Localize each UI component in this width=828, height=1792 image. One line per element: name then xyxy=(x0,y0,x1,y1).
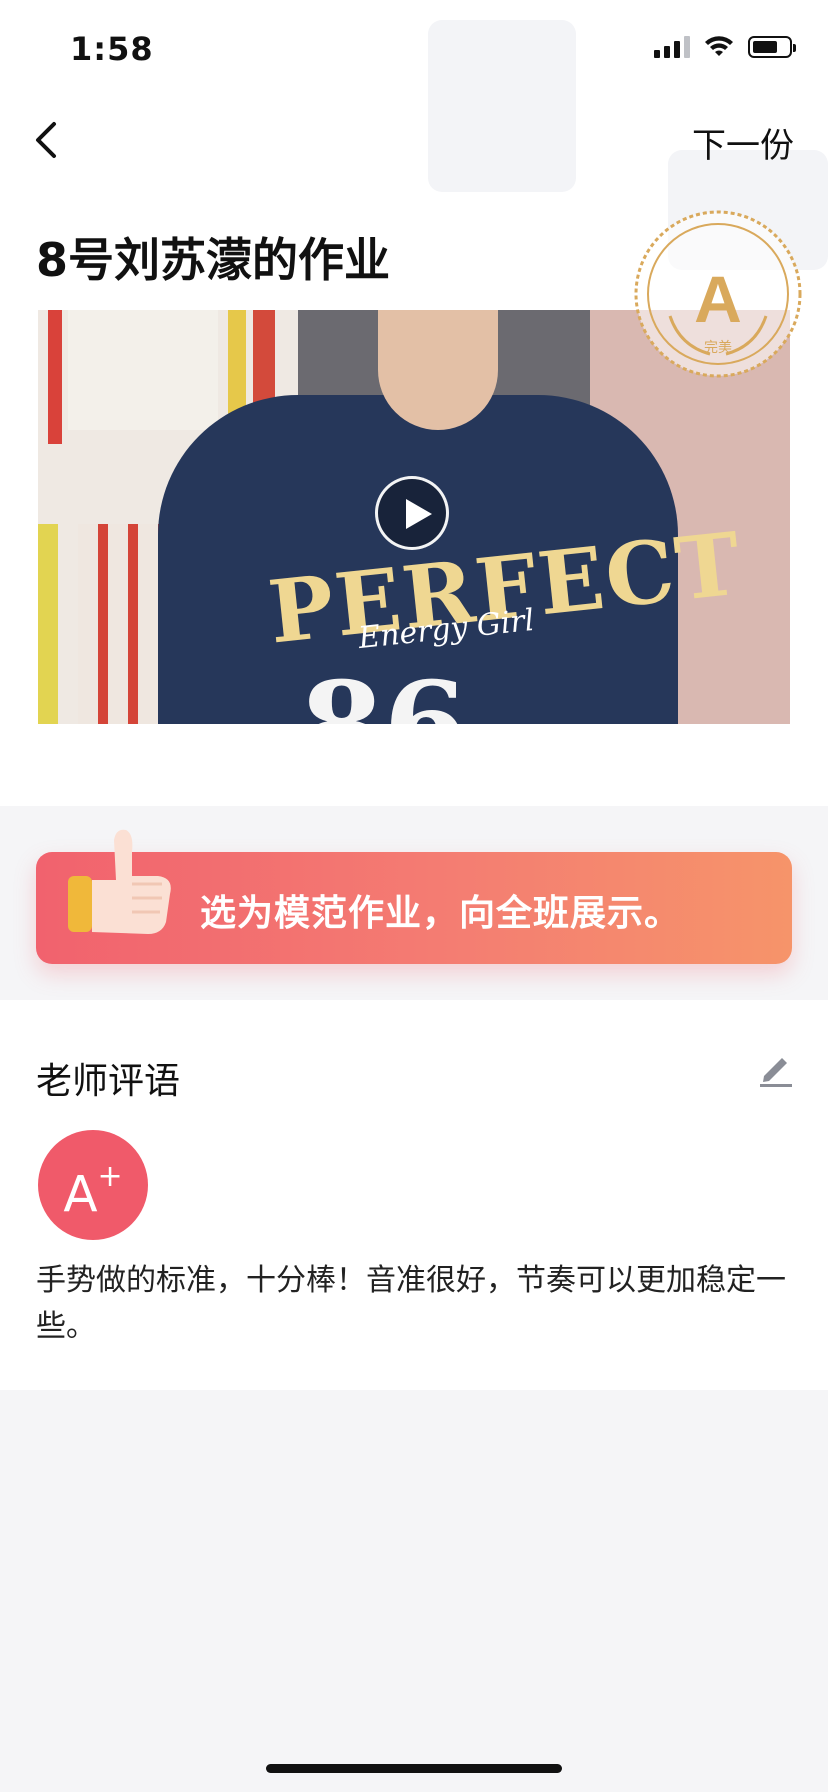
wifi-icon xyxy=(705,36,733,56)
next-submission-button[interactable]: 下一份 xyxy=(692,118,794,167)
banner-label: 选为模范作业，向全班展示。 xyxy=(200,893,682,934)
status-time: 1:58 xyxy=(70,30,154,68)
back-button[interactable] xyxy=(28,116,68,164)
shirt-number: 86 xyxy=(300,656,467,724)
seal-grade: A xyxy=(694,262,742,336)
decorative-block xyxy=(428,20,576,192)
chevron-left-icon xyxy=(36,122,56,158)
comment-text: 手势做的标准，十分棒！音准很好，节奏可以更加稳定一些。 xyxy=(36,1263,786,1344)
student-neck xyxy=(378,310,498,430)
pencil-icon xyxy=(760,1058,792,1087)
play-button[interactable] xyxy=(375,476,449,550)
thumbs-up-icon xyxy=(68,829,171,934)
cellular-signal-icon xyxy=(654,36,690,58)
seal-label: 完美 xyxy=(704,340,732,356)
edit-comment-button[interactable] xyxy=(756,1048,796,1088)
grade-suffix: + xyxy=(97,1159,123,1194)
grade-letter: A xyxy=(63,1165,98,1224)
page-title: 8号刘苏濛的作业 xyxy=(36,233,391,287)
status-icons xyxy=(654,36,796,58)
home-indicator xyxy=(266,1764,562,1773)
comment-section-title: 老师评语 xyxy=(36,1061,181,1102)
grade-seal-icon: A 完美 xyxy=(634,210,802,378)
comment-grade-badge: A+ xyxy=(38,1130,148,1240)
battery-icon xyxy=(748,36,796,58)
